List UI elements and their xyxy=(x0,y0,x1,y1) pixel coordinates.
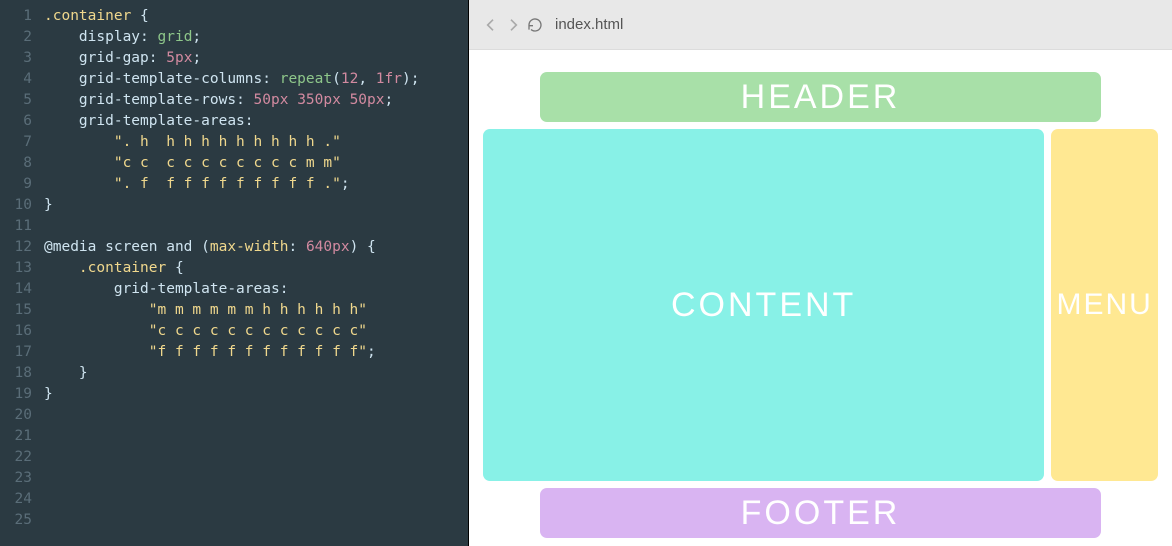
nav-buttons xyxy=(483,17,543,33)
browser-preview: index.html HEADER CONTENT MENU FOOTER xyxy=(468,0,1172,546)
code-line[interactable]: @media screen and (max-width: 640px) { xyxy=(44,237,468,258)
forward-icon[interactable] xyxy=(505,17,521,33)
line-number: 4 xyxy=(0,69,32,90)
url-text: index.html xyxy=(555,16,623,33)
line-number: 3 xyxy=(0,48,32,69)
code-line[interactable] xyxy=(44,489,468,510)
line-number: 7 xyxy=(0,132,32,153)
code-line[interactable]: display: grid; xyxy=(44,27,468,48)
line-number: 5 xyxy=(0,90,32,111)
code-line[interactable]: .container { xyxy=(44,258,468,279)
line-number: 19 xyxy=(0,384,32,405)
line-number: 18 xyxy=(0,363,32,384)
line-number: 6 xyxy=(0,111,32,132)
code-line[interactable] xyxy=(44,447,468,468)
code-line[interactable] xyxy=(44,426,468,447)
line-number: 1 xyxy=(0,6,32,27)
code-line[interactable]: grid-template-areas: xyxy=(44,279,468,300)
line-number: 10 xyxy=(0,195,32,216)
code-line[interactable]: grid-gap: 5px; xyxy=(44,48,468,69)
line-number: 9 xyxy=(0,174,32,195)
code-line[interactable]: } xyxy=(44,384,468,405)
code-line[interactable]: grid-template-columns: repeat(12, 1fr); xyxy=(44,69,468,90)
code-line[interactable] xyxy=(44,468,468,489)
code-line[interactable]: .container { xyxy=(44,6,468,27)
line-gutter: 1234567891011121314151617181920212223242… xyxy=(0,6,44,546)
line-number: 24 xyxy=(0,489,32,510)
reload-icon[interactable] xyxy=(527,17,543,33)
code-line[interactable] xyxy=(44,510,468,531)
grid-container: HEADER CONTENT MENU FOOTER xyxy=(483,72,1158,538)
line-number: 13 xyxy=(0,258,32,279)
code-line[interactable]: } xyxy=(44,363,468,384)
line-number: 17 xyxy=(0,342,32,363)
code-line[interactable]: ". h h h h h h h h h h ." xyxy=(44,132,468,153)
code-line[interactable]: "m m m m m m h h h h h h" xyxy=(44,300,468,321)
area-footer: FOOTER xyxy=(540,488,1101,538)
code-line[interactable]: "c c c c c c c c c c m m" xyxy=(44,153,468,174)
viewport: HEADER CONTENT MENU FOOTER xyxy=(469,50,1172,546)
line-number: 23 xyxy=(0,468,32,489)
code-content[interactable]: .container { display: grid; grid-gap: 5p… xyxy=(44,6,468,546)
code-line[interactable] xyxy=(44,216,468,237)
line-number: 12 xyxy=(0,237,32,258)
code-line[interactable] xyxy=(44,405,468,426)
area-header: HEADER xyxy=(540,72,1101,122)
line-number: 15 xyxy=(0,300,32,321)
browser-chrome: index.html xyxy=(469,0,1172,50)
code-line[interactable]: } xyxy=(44,195,468,216)
code-editor[interactable]: 1234567891011121314151617181920212223242… xyxy=(0,0,468,546)
line-number: 20 xyxy=(0,405,32,426)
line-number: 21 xyxy=(0,426,32,447)
line-number: 11 xyxy=(0,216,32,237)
area-menu: MENU xyxy=(1051,129,1158,481)
code-line[interactable]: grid-template-rows: 50px 350px 50px; xyxy=(44,90,468,111)
line-number: 2 xyxy=(0,27,32,48)
line-number: 22 xyxy=(0,447,32,468)
code-line[interactable]: ". f f f f f f f f f f ."; xyxy=(44,174,468,195)
line-number: 8 xyxy=(0,153,32,174)
back-icon[interactable] xyxy=(483,17,499,33)
area-content: CONTENT xyxy=(483,129,1044,481)
line-number: 25 xyxy=(0,510,32,531)
line-number: 14 xyxy=(0,279,32,300)
code-line[interactable]: "f f f f f f f f f f f f"; xyxy=(44,342,468,363)
code-line[interactable]: grid-template-areas: xyxy=(44,111,468,132)
code-line[interactable]: "c c c c c c c c c c c c" xyxy=(44,321,468,342)
line-number: 16 xyxy=(0,321,32,342)
